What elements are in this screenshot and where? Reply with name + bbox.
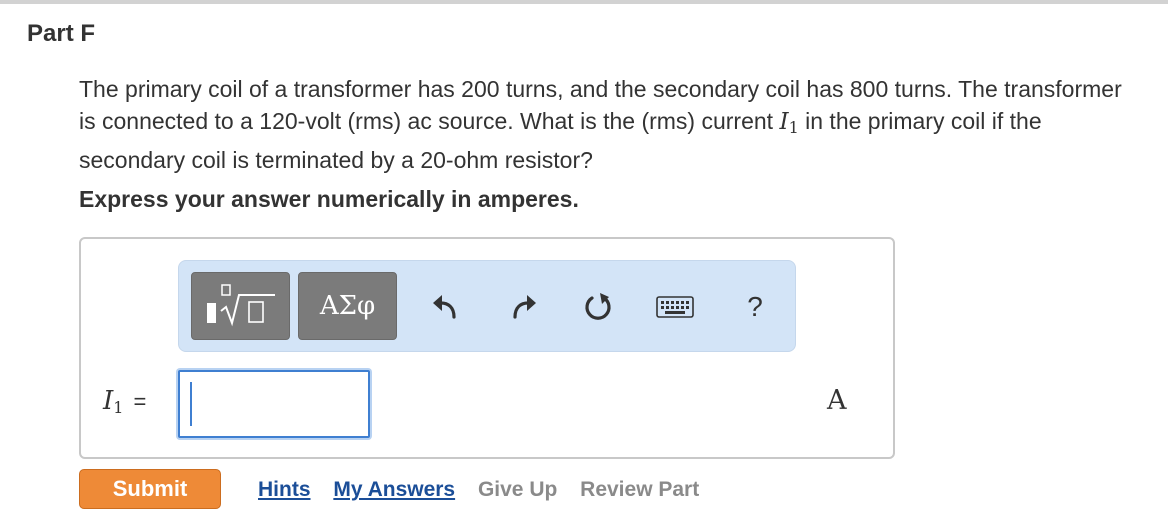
answer-variable-subscript: 1 bbox=[113, 398, 124, 417]
hints-link[interactable]: Hints bbox=[258, 478, 311, 501]
reset-icon bbox=[585, 293, 611, 320]
page: Part F The primary coil of a transformer… bbox=[0, 0, 1168, 530]
submit-button[interactable]: Submit bbox=[79, 469, 221, 509]
answer-box: ΑΣφ ? I1 = A bbox=[79, 237, 895, 459]
redo-icon bbox=[513, 295, 536, 319]
text-cursor bbox=[190, 382, 192, 426]
give-up-link[interactable]: Give Up bbox=[478, 478, 557, 501]
math-toolbar: ΑΣφ ? bbox=[178, 260, 796, 352]
greek-symbols-button[interactable]: ΑΣφ bbox=[298, 272, 397, 340]
keyboard-button[interactable] bbox=[655, 287, 695, 327]
templates-radical-icon bbox=[206, 284, 275, 327]
help-button[interactable]: ? bbox=[737, 287, 773, 327]
answer-unit: A bbox=[827, 385, 847, 416]
action-links: Hints My Answers Give Up Review Part bbox=[258, 478, 716, 502]
my-answers-link[interactable]: My Answers bbox=[333, 478, 455, 501]
templates-button[interactable] bbox=[191, 272, 290, 340]
answer-input[interactable] bbox=[178, 370, 370, 438]
question-text: The primary coil of a transformer has 20… bbox=[79, 73, 1139, 176]
answer-instruction: Express your answer numerically in amper… bbox=[79, 186, 579, 212]
keyboard-icon bbox=[656, 296, 694, 318]
undo-button[interactable] bbox=[427, 287, 463, 327]
part-title: Part F bbox=[27, 20, 96, 47]
question-variable-subscript: 1 bbox=[788, 118, 799, 137]
top-divider bbox=[0, 0, 1168, 4]
question-variable: I bbox=[779, 109, 789, 135]
equals-sign: = bbox=[133, 389, 147, 414]
reset-button[interactable] bbox=[580, 287, 616, 327]
answer-variable-label: I1 = bbox=[103, 385, 146, 417]
review-part-link[interactable]: Review Part bbox=[580, 478, 699, 501]
undo-icon bbox=[433, 295, 456, 319]
answer-variable: I bbox=[103, 386, 114, 416]
redo-button[interactable] bbox=[506, 287, 542, 327]
